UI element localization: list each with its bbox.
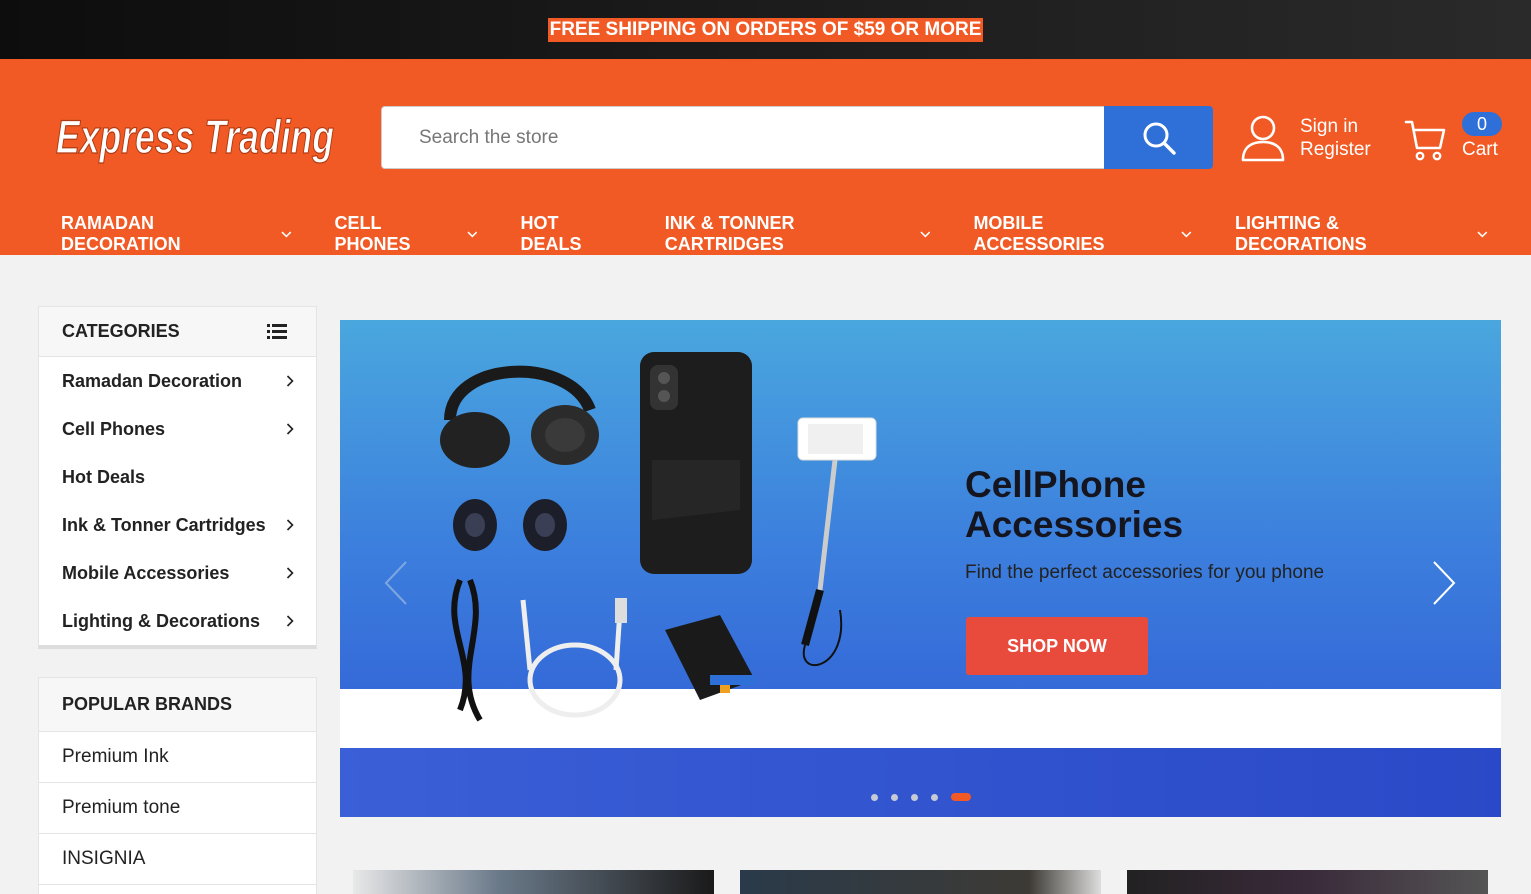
carousel-dot-active[interactable] [951, 793, 971, 801]
category-ramadan-decoration[interactable]: Ramadan Decoration [39, 357, 316, 405]
cart-count-badge: 0 [1462, 112, 1502, 136]
category-hot-deals[interactable]: Hot Deals [39, 453, 316, 501]
nav-item-hot-deals[interactable]: HOT DEALS [520, 213, 621, 255]
carousel-next-button[interactable] [1430, 560, 1458, 611]
category-label: Ramadan Decoration [62, 370, 243, 391]
accessories-illustration [440, 352, 877, 722]
category-label: Ink & Tonner Cartridges [62, 514, 266, 535]
search-icon [1143, 122, 1176, 155]
search-bar [381, 106, 1213, 169]
carousel-dot[interactable] [931, 793, 938, 801]
chevron-left-icon [384, 561, 407, 605]
chevron-down-icon [281, 231, 292, 238]
announcement-bar: FREE SHIPPING ON ORDERS OF $59 OR MORE [0, 0, 1531, 59]
search-input[interactable] [381, 106, 1105, 169]
category-label: Lighting & Decorations [62, 610, 260, 631]
main-nav: RAMADAN DECORATION CELL PHONES HOT DEALS… [0, 213, 1531, 255]
carousel-prev-button[interactable] [382, 560, 410, 611]
list-icon[interactable] [267, 324, 287, 339]
nav-item-label: CELL PHONES [334, 213, 411, 254]
promo-tile[interactable] [1127, 870, 1488, 894]
chevron-right-icon [1433, 561, 1456, 605]
category-lighting-decorations[interactable]: Lighting & Decorations [39, 597, 316, 645]
cart-label: Cart [1462, 139, 1498, 160]
nav-item-label: LIGHTING & DECORATIONS [1235, 213, 1367, 254]
brand-item[interactable]: Premium Ink [39, 732, 316, 783]
shop-now-button[interactable]: SHOP NOW [966, 617, 1148, 675]
hero-carousel: CellPhone Accessories Find the perfect a… [340, 320, 1501, 817]
category-ink-tonner[interactable]: Ink & Tonner Cartridges [39, 501, 316, 549]
carousel-dot[interactable] [911, 793, 918, 801]
selfie-stick-image [797, 417, 877, 667]
cart-icon [1404, 120, 1446, 161]
promo-tile[interactable] [740, 870, 1101, 894]
chevron-down-icon [920, 231, 931, 238]
search-button[interactable] [1104, 106, 1213, 169]
category-cell-phones[interactable]: Cell Phones [39, 405, 316, 453]
carousel-dots [871, 793, 984, 801]
category-label: Hot Deals [62, 466, 146, 487]
carousel-dot[interactable] [871, 793, 878, 801]
nav-item-label: RAMADAN DECORATION [61, 213, 181, 254]
chevron-down-icon [1181, 231, 1192, 238]
hero-title: CellPhone Accessories [965, 465, 1183, 545]
hero-bottom-band [340, 748, 1501, 817]
car-charger-image [665, 615, 755, 700]
brand-item[interactable]: Premium tone [39, 783, 316, 834]
earbuds-image [453, 499, 567, 551]
chevron-right-icon [286, 567, 294, 579]
nav-item-label: HOT DEALS [520, 213, 582, 254]
categories-header: CATEGORIES [39, 307, 316, 357]
category-label: Mobile Accessories [62, 562, 230, 583]
promo-tile[interactable] [353, 870, 714, 894]
cart-link[interactable]: Cart 0 [1404, 112, 1502, 166]
carousel-dot[interactable] [891, 793, 898, 801]
chevron-right-icon [286, 375, 294, 387]
headphones-image [440, 365, 599, 468]
nav-item-ink-tonner[interactable]: INK & TONNER CARTRIDGES [665, 213, 931, 255]
categories-title: CATEGORIES [62, 321, 180, 341]
categories-panel: CATEGORIES Ramadan Decoration Cell Phone… [38, 306, 317, 649]
black-cable-image [451, 578, 483, 722]
category-label: Cell Phones [62, 418, 166, 439]
svg-text:Express Trading: Express Trading [56, 110, 334, 163]
nav-item-lighting-decorations[interactable]: LIGHTING & DECORATIONS [1235, 213, 1488, 255]
brand-item[interactable]: INSIGNIA [39, 834, 316, 885]
free-shipping-text: FREE SHIPPING ON ORDERS OF $59 OR MORE [547, 17, 984, 42]
site-header: Express Trading Sign in Register Cart 0 [0, 59, 1531, 255]
chevron-down-icon [467, 231, 478, 238]
popular-brands-panel: POPULAR BRANDS Premium Ink Premium tone … [38, 677, 317, 894]
category-mobile-accessories[interactable]: Mobile Accessories [39, 549, 316, 597]
chevron-right-icon [286, 615, 294, 627]
chevron-right-icon [286, 519, 294, 531]
hero-title-line: Accessories [965, 504, 1184, 545]
nav-item-label: MOBILE ACCESSORIES [973, 213, 1105, 254]
hero-subtitle: Find the perfect accessories for you pho… [965, 562, 1325, 583]
sign-in-link[interactable]: Sign in [1300, 115, 1371, 138]
user-icon [1241, 115, 1285, 162]
nav-item-cell-phones[interactable]: CELL PHONES [335, 213, 478, 255]
chevron-down-icon [1477, 231, 1488, 238]
phone-case-image [640, 352, 752, 574]
nav-item-mobile-accessories[interactable]: MOBILE ACCESSORIES [973, 213, 1192, 255]
chevron-right-icon [286, 423, 294, 435]
nav-item-ramadan-decoration[interactable]: RAMADAN DECORATION [61, 213, 292, 255]
register-link[interactable]: Register [1300, 138, 1371, 161]
white-cable-image [520, 598, 627, 718]
nav-item-label: INK & TONNER CARTRIDGES [664, 213, 795, 254]
site-logo[interactable]: Express Trading [54, 109, 336, 165]
popular-brands-title: POPULAR BRANDS [39, 678, 316, 732]
account-link[interactable]: Sign in Register [1240, 112, 1371, 164]
hero-title-line: CellPhone [965, 464, 1146, 505]
